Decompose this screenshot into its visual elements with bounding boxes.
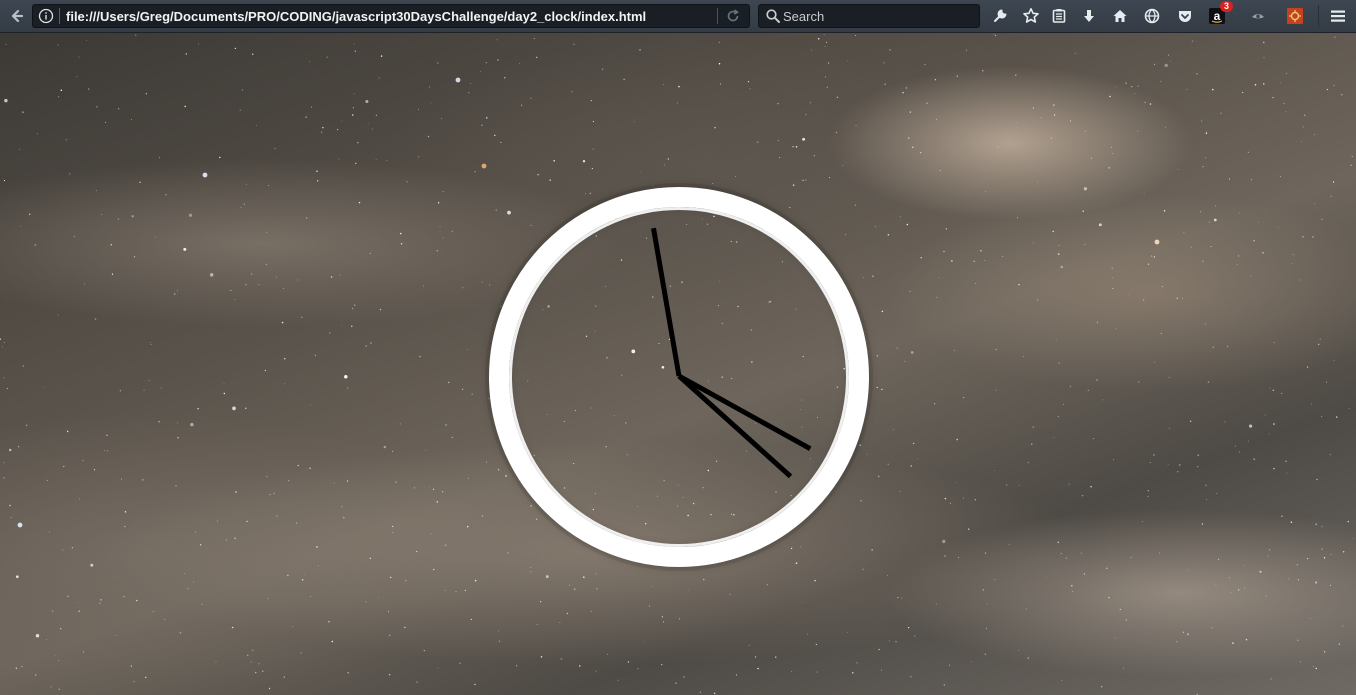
page-background <box>0 33 1356 695</box>
bookmark-star-icon <box>1023 8 1039 23</box>
minute-hand <box>651 227 682 377</box>
url-divider <box>59 8 60 24</box>
url-divider <box>717 8 718 24</box>
url-text[interactable]: file:///Users/Greg/Documents/PRO/CODING/… <box>66 9 646 24</box>
extension-icon <box>1287 8 1303 24</box>
back-button[interactable] <box>5 4 29 28</box>
bookmark-star-button[interactable] <box>1020 5 1042 27</box>
download-button[interactable] <box>1078 5 1100 27</box>
menu-button[interactable] <box>1327 5 1349 27</box>
pocket-icon <box>1179 11 1191 22</box>
pocket-button[interactable] <box>1174 5 1196 27</box>
extension-button[interactable] <box>1284 5 1306 27</box>
reading-list-button[interactable] <box>1048 5 1070 27</box>
eye-icon <box>1252 14 1264 19</box>
globe-button[interactable] <box>1141 5 1163 27</box>
svg-text:a: a <box>1214 9 1221 23</box>
reading-list-icon <box>1052 9 1066 23</box>
browser-toolbar: file:///Users/Greg/Documents/PRO/CODING/… <box>0 0 1356 33</box>
search-icon <box>766 9 780 23</box>
address-bar[interactable]: file:///Users/Greg/Documents/PRO/CODING/… <box>32 4 750 28</box>
wrench-button[interactable] <box>989 5 1011 27</box>
search-input[interactable] <box>783 6 973 26</box>
eye-button[interactable] <box>1247 5 1269 27</box>
globe-icon <box>1144 8 1160 24</box>
notification-badge: 3 <box>1220 1 1233 12</box>
amazon-button[interactable]: a 3 <box>1206 1 1233 27</box>
clock-hands <box>651 227 812 479</box>
reload-icon[interactable] <box>725 8 741 24</box>
search-bar[interactable] <box>758 4 980 28</box>
back-arrow-icon <box>11 9 24 23</box>
toolbar-divider <box>1318 5 1319 27</box>
home-button[interactable] <box>1109 5 1131 27</box>
download-icon <box>1084 10 1094 22</box>
info-icon[interactable] <box>38 8 54 24</box>
home-icon <box>1113 10 1127 22</box>
menu-icon <box>1331 10 1345 22</box>
wrench-icon <box>994 9 1007 22</box>
